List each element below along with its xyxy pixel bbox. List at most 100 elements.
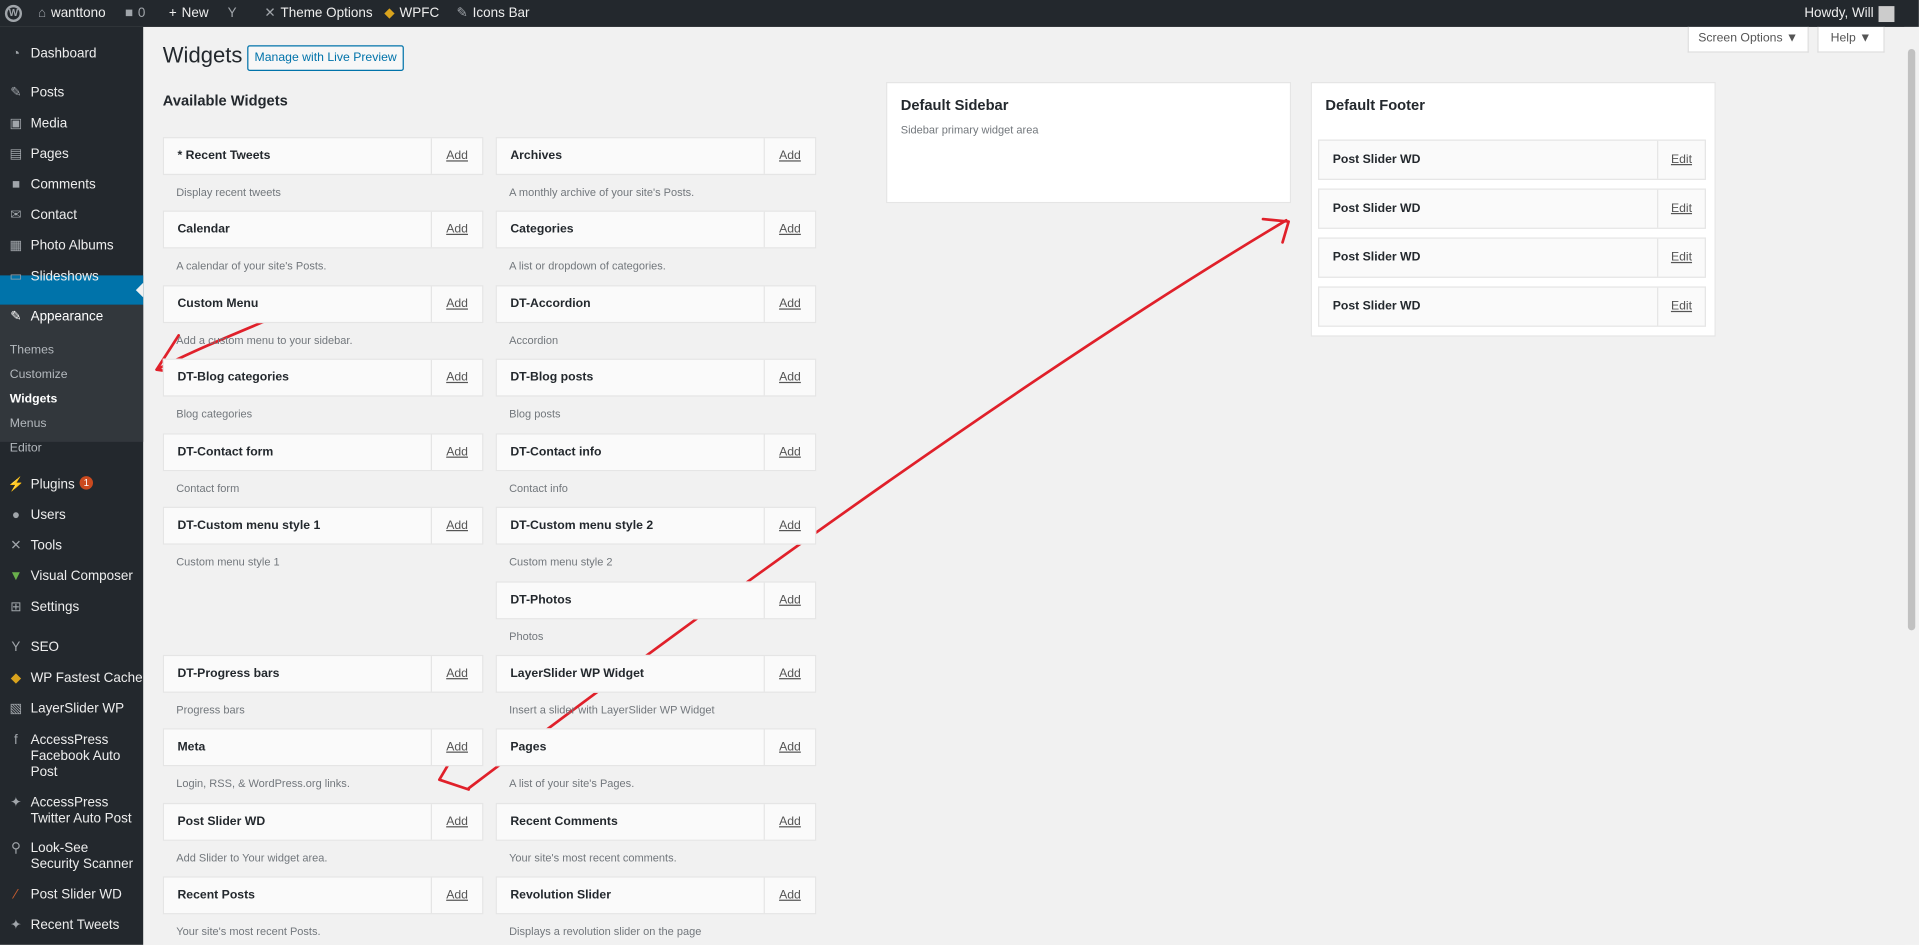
widget-left-5[interactable]: DT-Custom menu style 1 Add [162, 506, 484, 545]
widget-name[interactable]: DT-Custom menu style 1 [177, 508, 320, 543]
widget-right-5[interactable]: DT-Custom menu style 2 Add [495, 506, 817, 545]
widget-right-4[interactable]: DT-Contact info Add [495, 433, 817, 472]
widget-left-8[interactable]: Post Slider WD Add [162, 802, 484, 841]
widget-add-button[interactable]: Add [763, 507, 815, 544]
widget-right-1[interactable]: Categories Add [495, 210, 817, 249]
widget-name[interactable]: Recent Comments [510, 804, 617, 839]
widget-add-button[interactable]: Add [430, 507, 482, 544]
sidebar-item-look-see[interactable]: ⚲ Look-See Security Scanner [0, 840, 143, 873]
widget-add-button[interactable]: Add [763, 138, 815, 174]
sidebar-item-slideshows[interactable]: ▭ Slideshows [0, 268, 143, 285]
widget-name[interactable]: LayerSlider WP Widget [510, 656, 644, 691]
widget-left-3[interactable]: DT-Blog categories Add [162, 358, 484, 397]
sidebar-item-recent-tweets[interactable]: ✦ Recent Tweets [0, 917, 143, 934]
sidebar-item-settings[interactable]: ⊞ Settings [0, 599, 143, 616]
widget-name[interactable]: Calendar [177, 212, 229, 247]
widget-left-0[interactable]: * Recent Tweets Add [162, 137, 484, 176]
widget-add-button[interactable]: Add [430, 729, 482, 765]
widget-add-button[interactable]: Add [763, 656, 815, 692]
live-preview-button[interactable]: Manage with Live Preview [247, 45, 405, 71]
footer-widget-name[interactable]: Post Slider WD [1333, 288, 1421, 326]
widget-name[interactable]: Revolution Slider [510, 878, 611, 913]
submenu-menus[interactable]: Menus [10, 417, 47, 430]
sidebar-item-comments[interactable]: ■ Comments [0, 176, 143, 193]
screen-options-button[interactable]: Screen Options ▼ [1687, 26, 1809, 53]
sidebar-item-plugins[interactable]: ⚡ Plugins 1 [0, 476, 143, 493]
widget-right-7[interactable]: LayerSlider WP Widget Add [495, 654, 817, 693]
default-footer-title[interactable]: Default Footer [1325, 97, 1425, 114]
sidebar-item-contact[interactable]: ✉ Contact [0, 207, 143, 224]
widget-add-button[interactable]: Add [430, 138, 482, 174]
widget-add-button[interactable]: Add [763, 804, 815, 840]
sidebar-item-post-slider[interactable]: ⁄ Post Slider WD [0, 886, 143, 903]
widget-name[interactable]: Custom Menu [177, 286, 258, 321]
widget-name[interactable]: Categories [510, 212, 573, 247]
widget-add-button[interactable]: Add [430, 211, 482, 248]
widget-left-1[interactable]: Calendar Add [162, 210, 484, 249]
widget-name[interactable]: Recent Posts [177, 878, 255, 913]
wordpress-logo-icon[interactable]: W [4, 0, 23, 27]
widget-add-button[interactable]: Add [763, 434, 815, 471]
sidebar-item-photo-albums[interactable]: ▦ Photo Albums [0, 237, 143, 254]
footer-widget-name[interactable]: Post Slider WD [1333, 141, 1421, 179]
widget-add-button[interactable]: Add [430, 434, 482, 471]
sidebar-item-seo[interactable]: Y SEO [0, 639, 143, 656]
yoast-icon[interactable]: Y [228, 0, 237, 27]
widget-add-button[interactable]: Add [430, 804, 482, 840]
widget-name[interactable]: DT-Custom menu style 2 [510, 508, 653, 543]
page-scrollbar-thumb[interactable] [1907, 48, 1916, 631]
widget-add-button[interactable]: Add [763, 286, 815, 322]
submenu-customize[interactable]: Customize [10, 368, 68, 381]
widget-right-0[interactable]: Archives Add [495, 137, 817, 176]
footer-widget-edit-button[interactable]: Edit [1657, 238, 1705, 277]
widget-right-3[interactable]: DT-Blog posts Add [495, 358, 817, 397]
my-account-link[interactable]: Howdy, Will [1804, 0, 1895, 27]
widget-add-button[interactable]: Add [763, 211, 815, 248]
widget-add-button[interactable]: Add [430, 877, 482, 914]
sidebar-item-wp-fastest-cache[interactable]: ◆ WP Fastest Cache [0, 670, 143, 687]
widget-right-9[interactable]: Recent Comments Add [495, 802, 817, 841]
footer-widget-edit-button[interactable]: Edit [1657, 140, 1705, 179]
widget-right-8[interactable]: Pages Add [495, 728, 817, 767]
submenu-widgets[interactable]: Widgets [10, 393, 57, 406]
submenu-editor[interactable]: Editor [10, 442, 42, 455]
widget-name[interactable]: DT-Accordion [510, 286, 590, 321]
new-content-link[interactable]: + New [169, 0, 209, 27]
widget-left-9[interactable]: Recent Posts Add [162, 876, 484, 915]
submenu-themes[interactable]: Themes [10, 344, 54, 357]
sidebar-item-visual-composer[interactable]: ▼ Visual Composer [0, 568, 143, 585]
default-sidebar-title[interactable]: Default Sidebar [901, 97, 1009, 114]
widget-name[interactable]: DT-Blog categories [177, 360, 289, 395]
sidebar-item-appearance[interactable]: ✎ Appearance [0, 308, 143, 325]
footer-widget-name[interactable]: Post Slider WD [1333, 190, 1421, 228]
widget-right-10[interactable]: Revolution Slider Add [495, 876, 817, 915]
widget-right-2[interactable]: DT-Accordion Add [495, 285, 817, 324]
widget-add-button[interactable]: Add [763, 729, 815, 765]
sidebar-item-posts[interactable]: ✎ Posts [0, 84, 143, 101]
widget-left-7[interactable]: Meta Add [162, 728, 484, 767]
widget-name[interactable]: Archives [510, 138, 562, 173]
footer-widget[interactable]: Post Slider WD Edit [1318, 139, 1706, 180]
footer-widget[interactable]: Post Slider WD Edit [1318, 188, 1706, 229]
widget-name[interactable]: DT-Photos [510, 583, 571, 618]
footer-widget-edit-button[interactable]: Edit [1657, 287, 1705, 326]
widget-name[interactable]: Meta [177, 730, 205, 765]
widget-add-button[interactable]: Add [763, 359, 815, 396]
widget-add-button[interactable]: Add [430, 359, 482, 396]
site-name-link[interactable]: ⌂ wanttono [38, 0, 106, 27]
sidebar-item-accesspress-twitter[interactable]: ✦ AccessPress Twitter Auto Post [0, 794, 143, 827]
wpfc-link[interactable]: ◆ WPFC [384, 0, 439, 27]
footer-widget-name[interactable]: Post Slider WD [1333, 239, 1421, 277]
footer-widget[interactable]: Post Slider WD Edit [1318, 237, 1706, 278]
help-button[interactable]: Help ▼ [1817, 26, 1885, 53]
footer-widget-edit-button[interactable]: Edit [1657, 189, 1705, 228]
widget-add-button[interactable]: Add [763, 582, 815, 619]
widget-name[interactable]: DT-Contact info [510, 435, 601, 470]
widget-name[interactable]: DT-Blog posts [510, 360, 593, 395]
widget-right-6[interactable]: DT-Photos Add [495, 581, 817, 620]
widget-add-button[interactable]: Add [763, 877, 815, 914]
sidebar-item-media[interactable]: ▣ Media [0, 115, 143, 132]
sidebar-item-pages[interactable]: ▤ Pages [0, 146, 143, 163]
widget-name[interactable]: Pages [510, 730, 546, 765]
comments-link[interactable]: ■ 0 [125, 0, 146, 27]
